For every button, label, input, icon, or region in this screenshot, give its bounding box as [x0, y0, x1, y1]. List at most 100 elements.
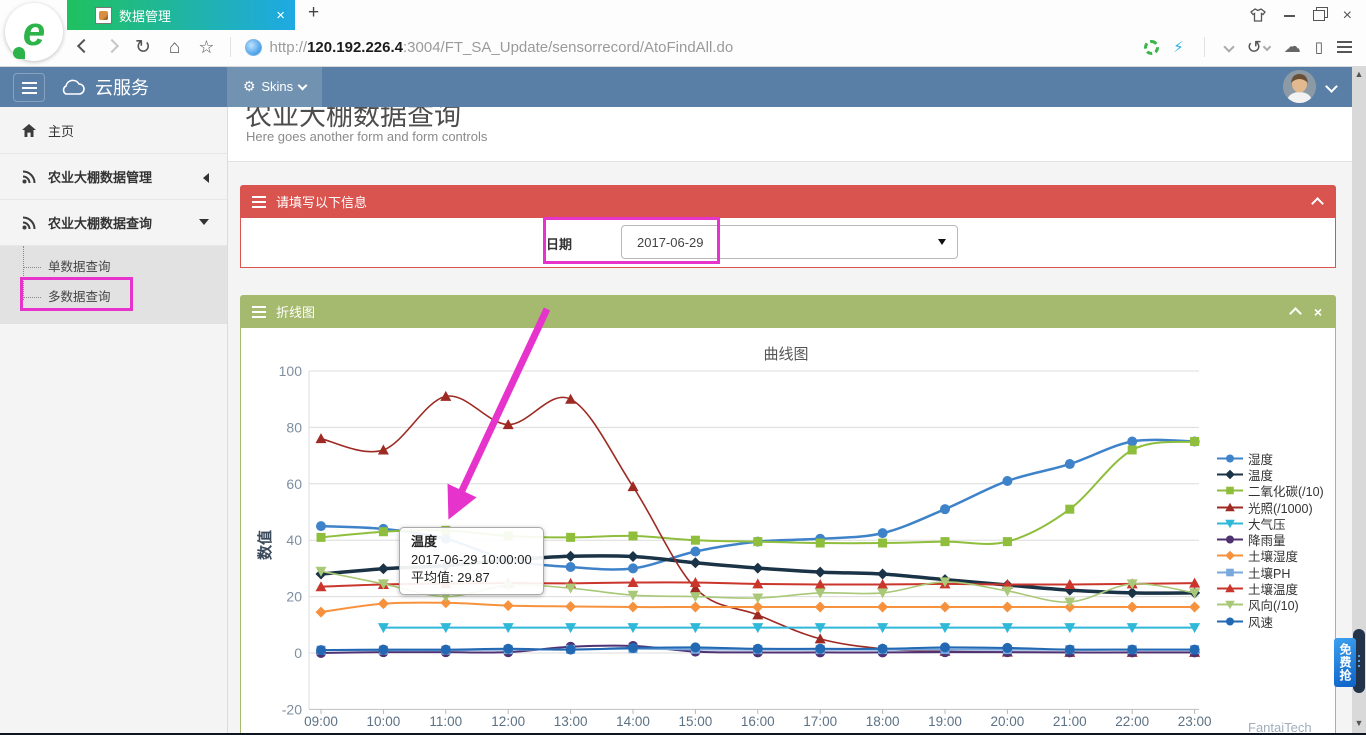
skins-label: Skins [261, 79, 293, 94]
speed-bolt-icon[interactable]: ⚡ [1173, 38, 1184, 56]
svg-text:14:00: 14:00 [616, 714, 650, 729]
svg-text:13:00: 13:00 [554, 714, 588, 729]
home-icon [22, 124, 36, 137]
scroll-up-icon[interactable]: ▲ [1352, 69, 1366, 79]
user-menu-chevron-icon[interactable] [1325, 80, 1338, 93]
chart-tooltip: 温度 2017-06-29 10:00:00 平均值: 29.87 [399, 527, 544, 595]
tooltip-time: 2017-06-29 10:00:00 [411, 551, 532, 569]
date-label: 日期 [546, 234, 572, 253]
back-icon[interactable] [79, 39, 89, 55]
new-tab-button[interactable]: + [308, 2, 319, 24]
minimize-icon[interactable] [1284, 15, 1295, 17]
browser-scrollbar[interactable]: ▲ ▼ [1352, 66, 1366, 733]
legend-marker-icon [1217, 517, 1243, 530]
home-icon[interactable]: ⌂ [169, 38, 180, 57]
window-close-icon[interactable]: × [1343, 10, 1352, 22]
sidebar-item-label: 农业大棚数据查询 [48, 213, 152, 232]
legend-marker-icon [1217, 549, 1243, 562]
address-bar: ↻ ⌂ ☆ http://120.192.226.4:3004/FT_SA_Up… [70, 30, 1366, 64]
tooltip-value: 平均值: 29.87 [411, 569, 532, 587]
restore-icon[interactable] [1313, 10, 1325, 21]
collapse-chevron-icon[interactable] [1311, 197, 1324, 210]
cloud-icon [60, 78, 86, 96]
legend-item[interactable]: 光照(/1000) [1217, 499, 1324, 515]
url-text[interactable]: http://120.192.226.4:3004/FT_SA_Update/s… [270, 39, 734, 56]
svg-text:曲线图: 曲线图 [763, 346, 808, 363]
date-select-value: 2017-06-29 [637, 235, 704, 250]
date-select[interactable]: 2017-06-29 [621, 225, 958, 259]
svg-text:10:00: 10:00 [367, 714, 401, 729]
svg-text:17:00: 17:00 [803, 714, 837, 729]
url-protocol: http:// [270, 39, 308, 56]
tab-title: 数据管理 [119, 6, 276, 25]
tab-close-icon[interactable]: × [276, 7, 285, 24]
browser-tab[interactable]: 数据管理 × [67, 0, 295, 30]
legend-marker-icon [1217, 598, 1243, 611]
legend-item[interactable]: 降雨量 [1217, 531, 1324, 547]
legend-item[interactable]: 温度 [1217, 466, 1324, 482]
bookmark-star-icon[interactable]: ☆ [198, 38, 214, 56]
svg-text:22:00: 22:00 [1115, 714, 1149, 729]
url-path: :3004/FT_SA_Update/sensorrecord/AtoFindA… [403, 39, 733, 56]
svg-text:数值: 数值 [256, 530, 274, 560]
sidebar-subitem-single-query[interactable]: 单数据查询 [0, 252, 227, 282]
legend-item[interactable]: 土壤湿度 [1217, 548, 1324, 564]
sidebar-toggle-button[interactable] [13, 73, 45, 102]
address-bar-tools: ⚡ ↺ ☁ ▯ [1144, 37, 1366, 58]
window-controls: × [1250, 8, 1352, 23]
forward-icon[interactable] [107, 39, 117, 55]
browser-logo-bubble [13, 47, 25, 59]
undo-icon[interactable]: ↺ [1247, 37, 1270, 58]
panel-menu-icon [252, 306, 266, 318]
panel-close-icon[interactable]: × [1314, 305, 1322, 319]
legend-item[interactable]: 土壤PH [1217, 564, 1324, 580]
mobile-icon[interactable]: ▯ [1315, 38, 1323, 56]
browser-logo-letter: e [23, 12, 45, 52]
svg-text:60: 60 [286, 476, 302, 492]
rss-icon [22, 170, 36, 184]
cloud-sync-icon[interactable]: ☁ [1284, 37, 1301, 57]
form-panel-header[interactable]: 请填写以下信息 [240, 185, 1336, 218]
browser-logo[interactable]: e [5, 3, 63, 61]
legend-marker-icon [1217, 468, 1243, 481]
legend-item[interactable]: 风向(/10) [1217, 597, 1324, 613]
legend-label: 风速 [1248, 612, 1273, 631]
svg-text:11:00: 11:00 [429, 714, 462, 729]
form-panel-title: 请填写以下信息 [276, 192, 367, 211]
svg-text:100: 100 [279, 363, 303, 379]
legend-item[interactable]: 风速 [1217, 613, 1324, 629]
svg-text:-20: -20 [282, 701, 302, 717]
refresh-icon[interactable]: ↻ [135, 38, 151, 57]
browser-chrome: e 数据管理 × + × ↻ ⌂ ☆ http://120.192.226.4:… [0, 0, 1366, 67]
skin-shirt-icon[interactable] [1250, 8, 1266, 23]
divider [230, 37, 231, 57]
sidebar-item-data-manage[interactable]: 农业大棚数据管理 [0, 154, 227, 200]
legend-item[interactable]: 土壤温度 [1217, 580, 1324, 596]
free-grab-badge[interactable]: 免费抢 [1334, 638, 1356, 687]
svg-text:80: 80 [286, 419, 302, 435]
legend-item[interactable]: 二氧化碳(/10) [1217, 483, 1324, 499]
svg-text:15:00: 15:00 [679, 714, 713, 729]
extension-shutter-icon[interactable] [1144, 40, 1159, 55]
legend-marker-icon [1217, 452, 1243, 465]
chart-panel-header[interactable]: 折线图 × [240, 295, 1336, 328]
skins-dropdown[interactable]: ⚙ Skins [227, 66, 322, 107]
collapse-chevron-icon[interactable] [1289, 307, 1302, 320]
scroll-down-icon[interactable]: ▼ [1352, 718, 1366, 728]
sidebar-subitem-multi-query[interactable]: 多数据查询 [0, 282, 227, 312]
legend-item[interactable]: 大气压 [1217, 515, 1324, 531]
gear-icon: ⚙ [243, 78, 256, 95]
svg-text:20:00: 20:00 [991, 714, 1025, 729]
svg-text:40: 40 [286, 532, 302, 548]
chart-panel-title: 折线图 [276, 302, 315, 321]
sidebar-item-home[interactable]: 主页 [0, 107, 227, 154]
sidebar-submenu: 单数据查询 多数据查询 [0, 246, 227, 324]
dropdown-chevron-icon[interactable] [1223, 41, 1234, 52]
site-globe-icon [245, 39, 262, 56]
browser-menu-icon[interactable] [1337, 41, 1352, 53]
legend-item[interactable]: 湿度 [1217, 450, 1324, 466]
app-brand[interactable]: 云服务 [60, 66, 149, 107]
app-navbar: 云服务 ⚙ Skins [0, 66, 1366, 107]
avatar[interactable] [1283, 70, 1316, 103]
sidebar-item-data-query[interactable]: 农业大棚数据查询 [0, 200, 227, 246]
